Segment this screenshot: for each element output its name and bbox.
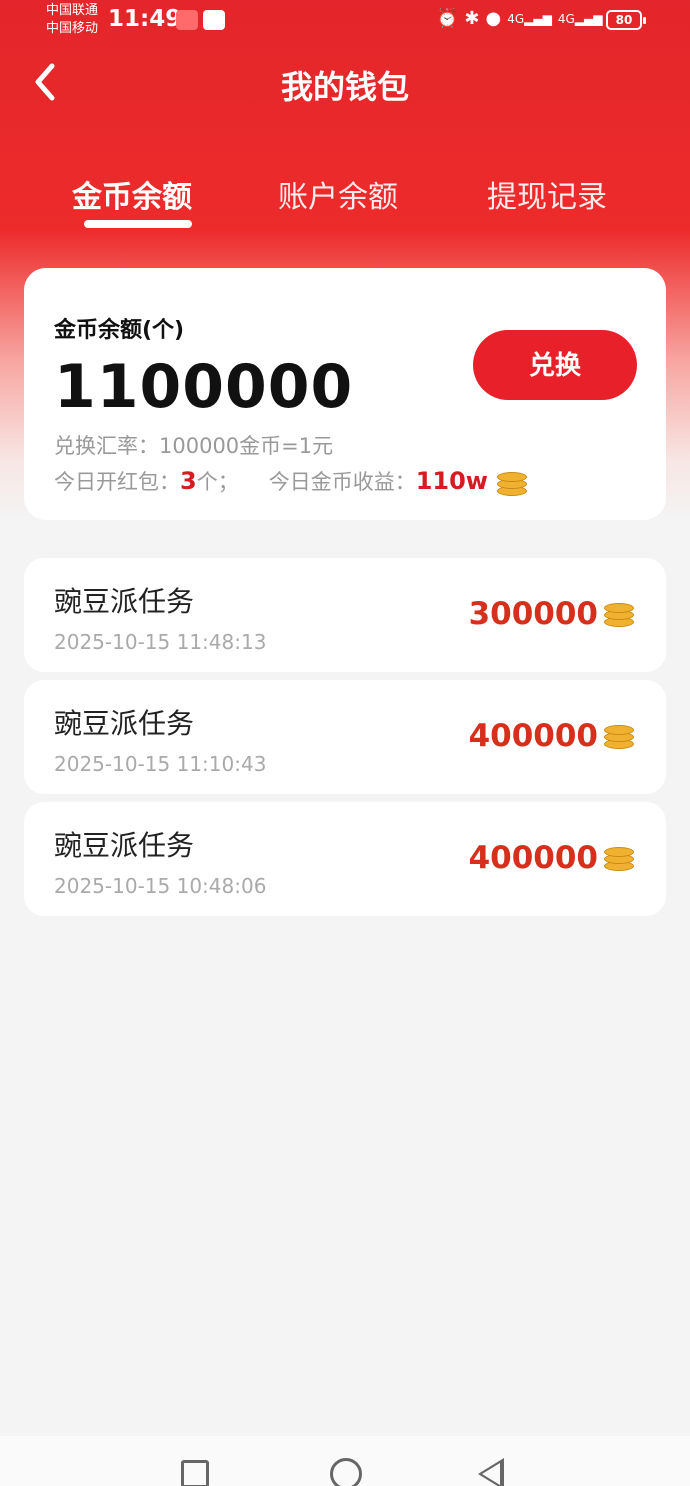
balance-card: 金币余额(个) 1100000 兑换 兑换汇率：100000金币=1元 今日开红… bbox=[24, 268, 666, 520]
record-amount: 300000 bbox=[469, 596, 636, 632]
balance-amount: 1100000 bbox=[54, 352, 354, 422]
exchange-rate: 兑换汇率：100000金币=1元 bbox=[54, 434, 334, 458]
red-packet-count: 3 bbox=[180, 467, 197, 495]
recent-apps-icon[interactable] bbox=[181, 1460, 209, 1486]
record-time: 2025-10-15 11:10:43 bbox=[54, 752, 267, 776]
record-amount: 400000 bbox=[469, 718, 636, 754]
signal-icon: 4G▂▄▆ bbox=[557, 11, 603, 26]
income-value: 110w bbox=[415, 467, 488, 495]
exchange-button[interactable]: 兑换 bbox=[473, 330, 637, 400]
list-item: 豌豆派任务 2025-10-15 11:10:43 400000 bbox=[24, 680, 666, 794]
today-stats: 今日开红包：3个； 今日金币收益：110w bbox=[54, 466, 529, 498]
red-packet-label: 今日开红包： bbox=[54, 470, 180, 494]
carrier-info: 中国联通 中国移动 bbox=[46, 2, 98, 38]
record-amount-value: 400000 bbox=[468, 840, 598, 876]
system-nav-bar bbox=[0, 1436, 690, 1486]
carrier-1: 中国联通 bbox=[46, 3, 99, 18]
carrier-2: 中国移动 bbox=[46, 21, 99, 36]
status-bar: 中国联通 中国移动 11:49 ⏰ ✱ ● 4G▂▄▆ 4G▂▄▆ 80 bbox=[0, 0, 690, 44]
status-time: 11:49 bbox=[108, 6, 182, 32]
tab-account-balance[interactable]: 账户余额 bbox=[278, 172, 398, 216]
status-icons: ⏰ ✱ ● 4G▂▄▆ 4G▂▄▆ bbox=[436, 8, 602, 29]
record-amount-value: 300000 bbox=[468, 596, 598, 632]
list-item: 豌豆派任务 2025-10-15 10:48:06 400000 bbox=[24, 802, 666, 916]
record-amount: 400000 bbox=[469, 840, 636, 876]
tab-withdraw-records[interactable]: 提现记录 bbox=[487, 172, 607, 216]
record-time: 2025-10-15 10:48:06 bbox=[54, 874, 267, 898]
coin-icon bbox=[602, 599, 636, 629]
record-amount-value: 400000 bbox=[468, 718, 598, 754]
list-item: 豌豆派任务 2025-10-15 11:48:13 300000 bbox=[24, 558, 666, 672]
coin-icon bbox=[602, 843, 636, 873]
income-label: 今日金币收益： bbox=[268, 470, 416, 494]
coin-icon bbox=[602, 721, 636, 751]
record-time: 2025-10-15 11:48:13 bbox=[54, 630, 267, 654]
tab-bar: 金币余额 账户余额 提现记录 bbox=[0, 172, 690, 232]
bluetooth-icon: ✱ bbox=[464, 8, 480, 29]
alarm-icon: ⏰ bbox=[436, 8, 459, 29]
signal-icon: 4G▂▄▆ bbox=[507, 11, 552, 26]
page-title: 我的钱包 bbox=[280, 68, 409, 106]
location-icon: ● bbox=[485, 8, 502, 29]
back-triangle-icon[interactable] bbox=[478, 1458, 504, 1486]
record-title: 豌豆派任务 bbox=[54, 829, 195, 862]
notification-app-icon bbox=[203, 10, 225, 30]
balance-label: 金币余额(个) bbox=[54, 318, 185, 343]
record-title: 豌豆派任务 bbox=[54, 707, 195, 740]
battery-icon: 80 bbox=[606, 10, 646, 30]
home-icon[interactable] bbox=[330, 1458, 362, 1486]
red-packet-suffix: 个； bbox=[196, 470, 239, 494]
notification-app-icon bbox=[176, 10, 198, 30]
tab-coin-balance[interactable]: 金币余额 bbox=[72, 172, 192, 216]
coin-icon bbox=[495, 468, 529, 498]
record-title: 豌豆派任务 bbox=[54, 585, 195, 618]
active-tab-indicator bbox=[84, 220, 192, 228]
